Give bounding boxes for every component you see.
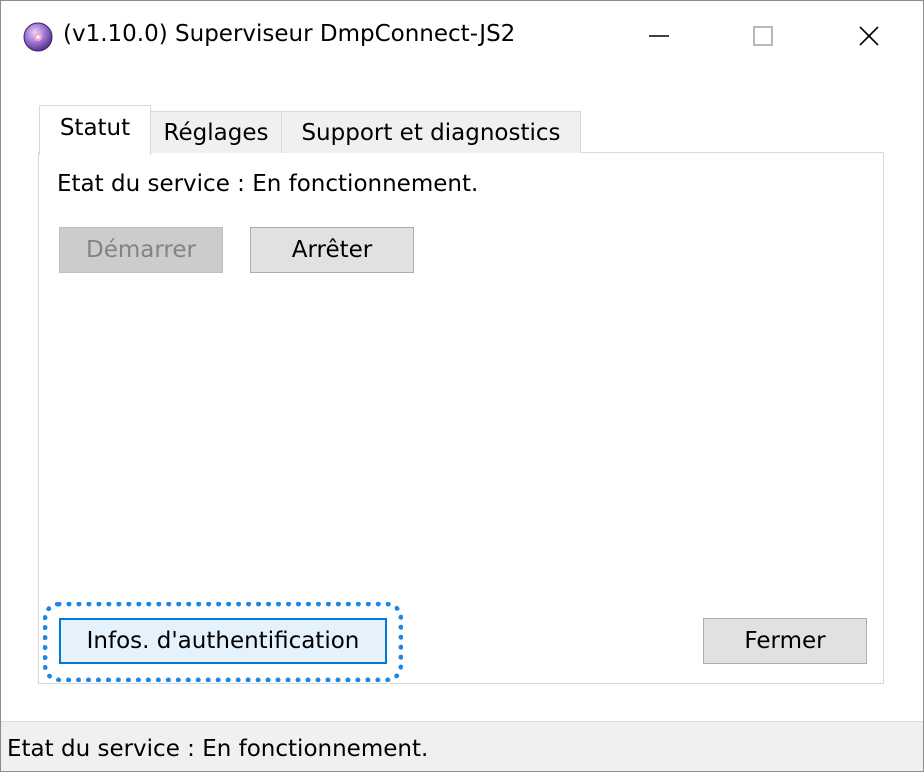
stop-button[interactable]: Arrêter bbox=[250, 227, 414, 273]
main-window: (v1.10.0) Superviseur DmpConnect-JS2 Sta… bbox=[0, 0, 924, 772]
tab-statut[interactable]: Statut bbox=[39, 105, 151, 155]
window-title: (v1.10.0) Superviseur DmpConnect-JS2 bbox=[63, 21, 516, 47]
minimize-icon bbox=[649, 35, 669, 37]
title-bar[interactable]: (v1.10.0) Superviseur DmpConnect-JS2 bbox=[1, 1, 923, 71]
app-disc-icon bbox=[23, 22, 53, 52]
tab-reglages[interactable]: Réglages bbox=[150, 111, 282, 153]
auth-info-button[interactable]: Infos. d'authentification bbox=[59, 618, 387, 664]
close-dialog-button[interactable]: Fermer bbox=[703, 618, 867, 664]
tab-support-diagnostics[interactable]: Support et diagnostics bbox=[281, 111, 581, 153]
status-bar: Etat du service : En fonctionnement. bbox=[1, 721, 923, 771]
maximize-button[interactable] bbox=[717, 1, 809, 71]
minimize-button[interactable] bbox=[613, 1, 705, 71]
close-icon bbox=[859, 26, 879, 46]
status-bar-text: Etat du service : En fonctionnement. bbox=[7, 736, 429, 762]
service-state-label: Etat du service : En fonctionnement. bbox=[57, 171, 479, 197]
close-button[interactable] bbox=[823, 1, 915, 71]
start-button[interactable]: Démarrer bbox=[59, 227, 223, 273]
maximize-icon bbox=[753, 26, 773, 46]
